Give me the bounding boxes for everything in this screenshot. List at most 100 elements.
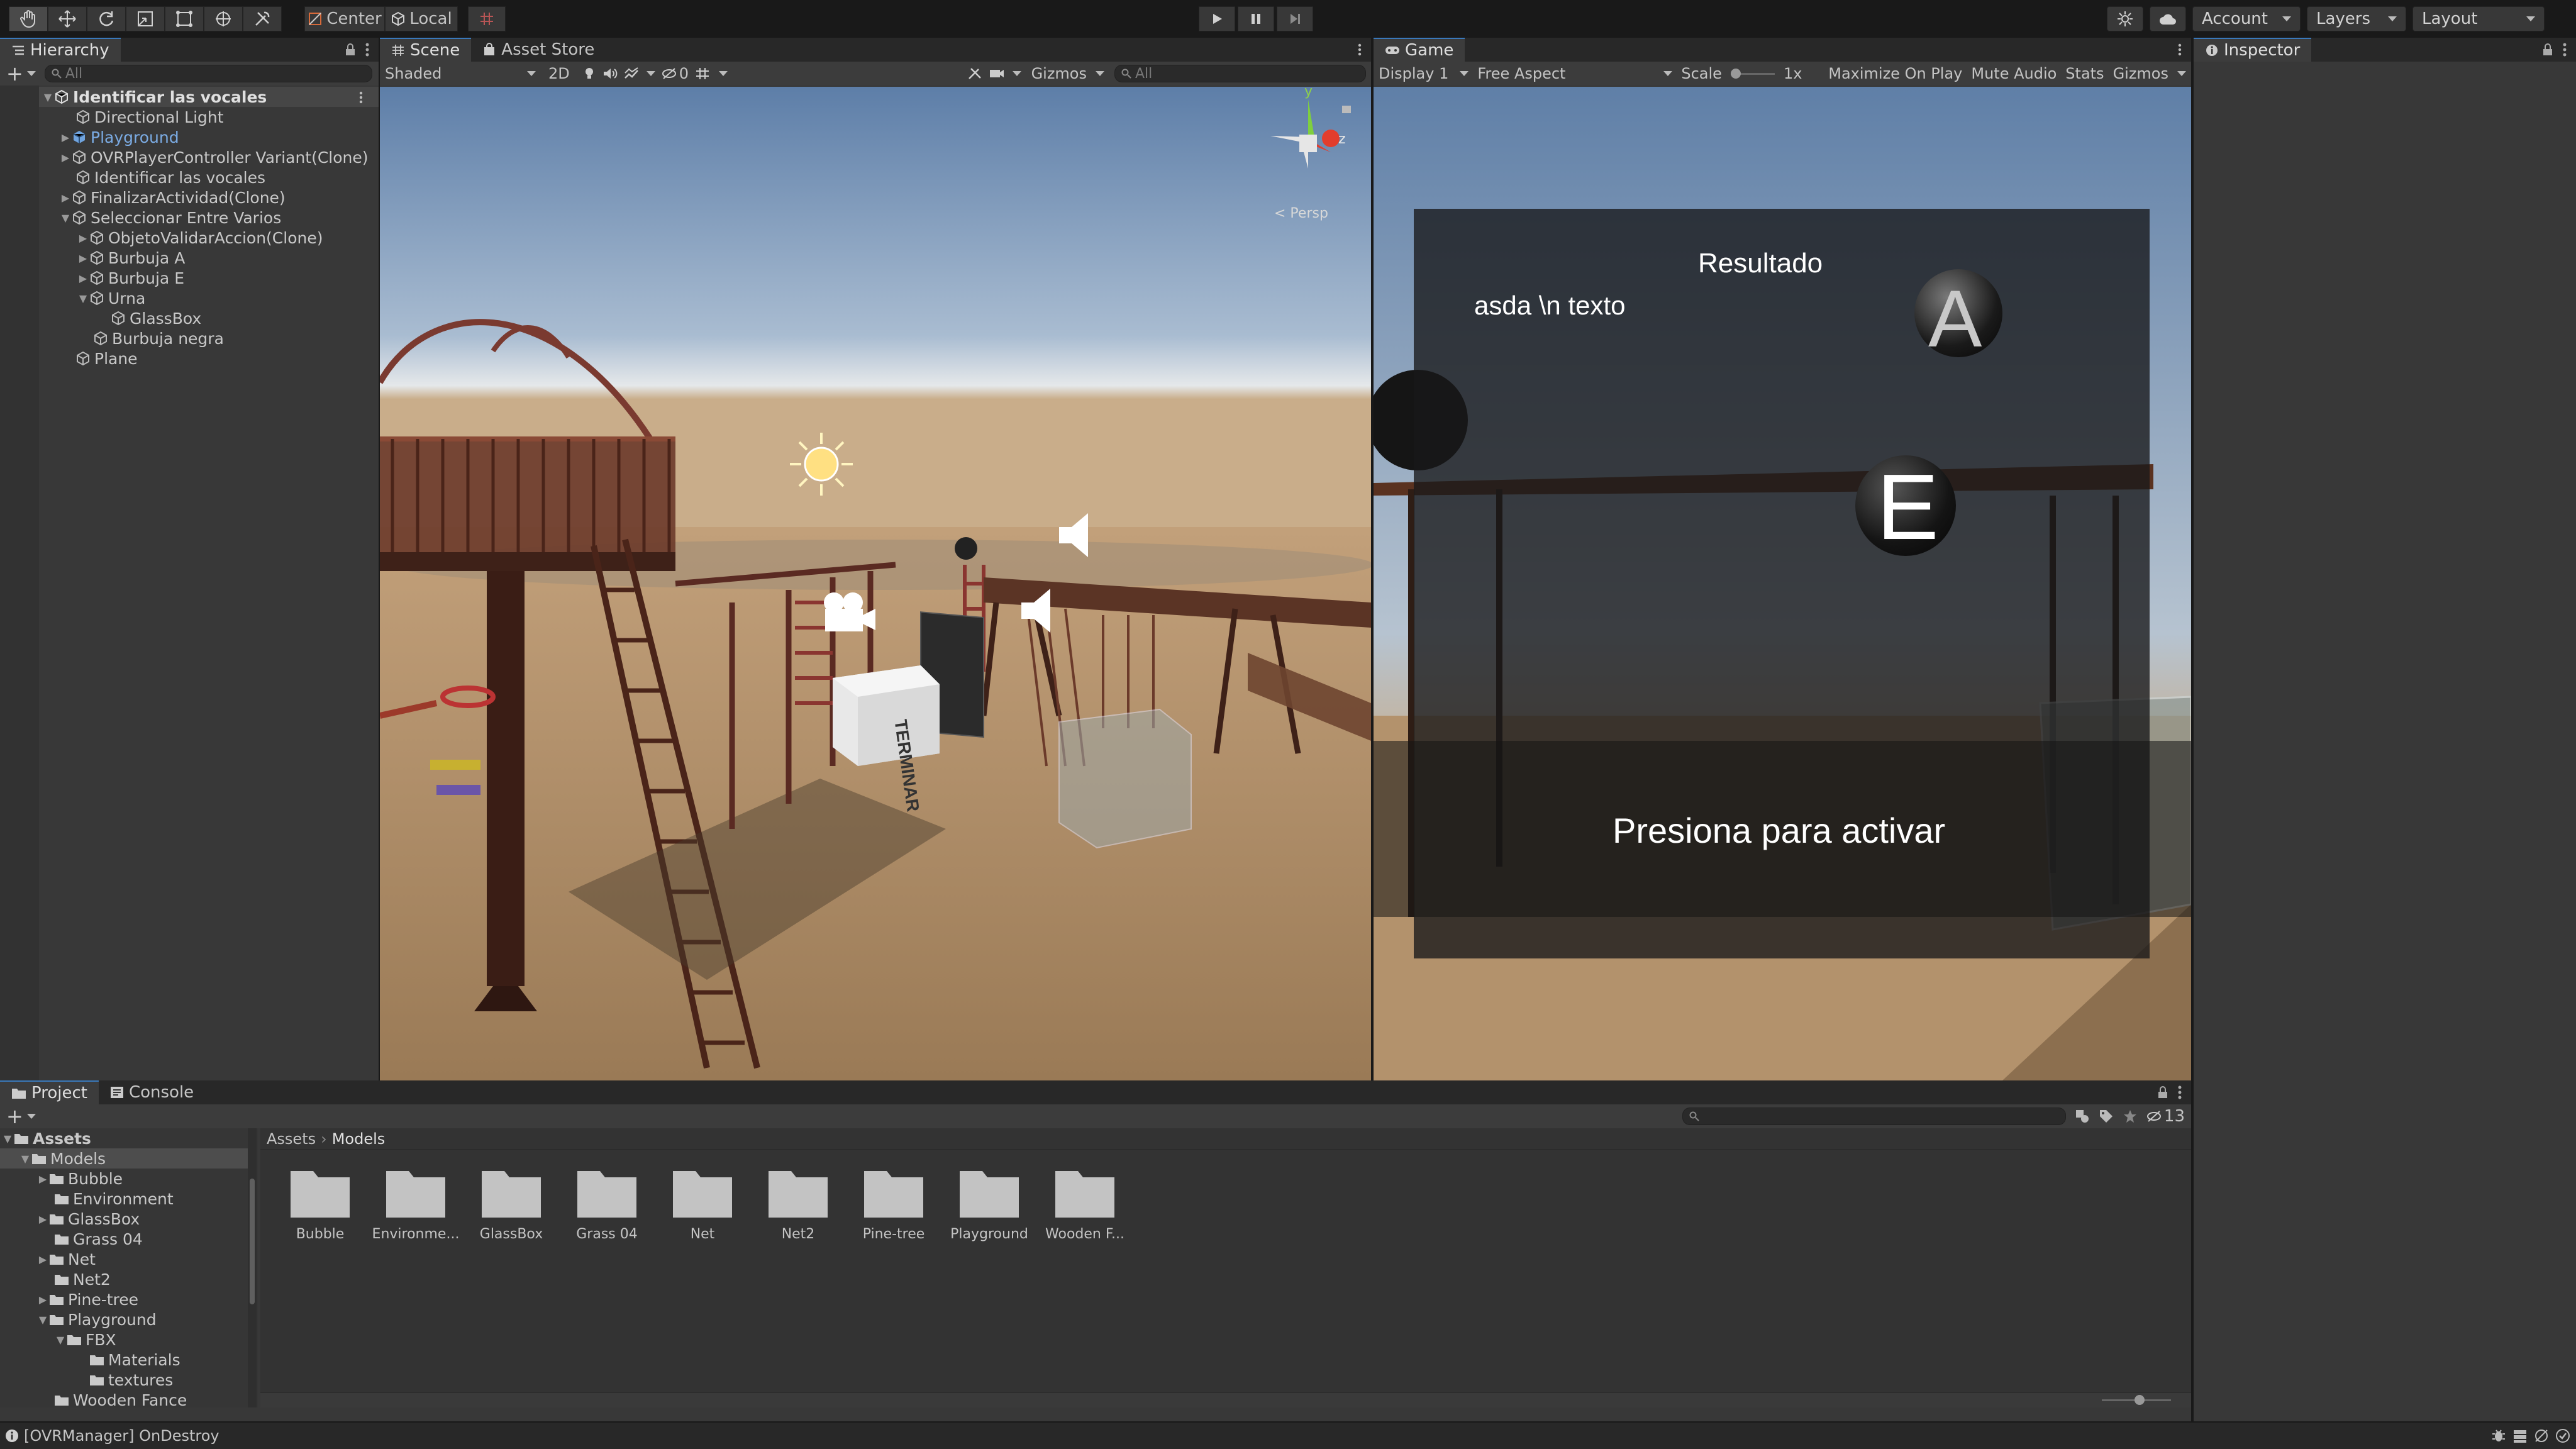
progress-off-icon[interactable] bbox=[2533, 1428, 2550, 1444]
lightbulb-icon[interactable] bbox=[582, 67, 596, 80]
folder-tile[interactable]: Grass 04 bbox=[560, 1166, 654, 1242]
tree-item[interactable]: Environment bbox=[54, 1189, 174, 1209]
cloud-button[interactable] bbox=[2150, 6, 2186, 31]
collapsed-arrow-icon[interactable]: ▶ bbox=[59, 191, 72, 204]
scene-root[interactable]: ▼ Identificar las vocales bbox=[42, 87, 267, 107]
project-search-input[interactable] bbox=[1682, 1108, 2066, 1125]
folder-tile[interactable]: Pine-tree bbox=[847, 1166, 941, 1242]
collapsed-arrow-icon[interactable]: ▶ bbox=[77, 252, 89, 264]
breadcrumb-models[interactable]: Models bbox=[332, 1130, 386, 1148]
tree-scrollbar[interactable] bbox=[248, 1128, 257, 1407]
tab-asset-store[interactable]: Asset Store bbox=[471, 38, 606, 62]
scene-gizmos-dropdown[interactable]: Gizmos bbox=[1028, 65, 1108, 82]
hierarchy-item[interactable]: ▶ Burbuja E bbox=[77, 268, 184, 288]
gizmo-lock-icon[interactable] bbox=[1342, 106, 1351, 113]
scale-slider[interactable] bbox=[1730, 69, 1775, 79]
tab-console[interactable]: Console bbox=[98, 1080, 206, 1104]
lock-icon[interactable] bbox=[2157, 1085, 2168, 1099]
project-create-button[interactable]: + bbox=[6, 1104, 36, 1128]
collab-button[interactable] bbox=[2107, 6, 2143, 31]
folder-tile[interactable]: Environme... bbox=[369, 1166, 463, 1242]
rect-tool-button[interactable] bbox=[165, 6, 204, 31]
hierarchy-item[interactable]: ▶ OVRPlayerController Variant(Clone) bbox=[59, 147, 369, 167]
account-dropdown[interactable]: Account bbox=[2192, 6, 2301, 31]
collapsed-arrow-icon[interactable]: ▶ bbox=[36, 1253, 49, 1265]
pause-button[interactable] bbox=[1238, 6, 1274, 31]
hierarchy-item[interactable]: ▶ Playground bbox=[59, 127, 179, 147]
play-button[interactable] bbox=[1199, 6, 1235, 31]
maximize-on-play-toggle[interactable]: Maximize On Play bbox=[1828, 65, 1962, 82]
label-tag-icon[interactable] bbox=[2099, 1109, 2114, 1124]
kebab-menu-icon[interactable] bbox=[2562, 42, 2567, 57]
activate-prompt[interactable]: Presiona para activar bbox=[1613, 810, 1945, 851]
game-viewport[interactable]: A E Resultado asda \n texto Presiona par… bbox=[1374, 87, 2191, 1080]
tree-item[interactable]: ▶ Pine-tree bbox=[36, 1289, 138, 1309]
scene-kebab-icon[interactable] bbox=[358, 91, 364, 104]
folder-tile[interactable]: Bubble bbox=[273, 1166, 367, 1242]
tree-item[interactable]: Net2 bbox=[54, 1269, 111, 1289]
pivot-local-button[interactable]: Local bbox=[385, 6, 458, 31]
folder-tile[interactable]: Net bbox=[655, 1166, 750, 1242]
persp-label[interactable]: < Persp bbox=[1274, 206, 1328, 221]
tools-icon[interactable] bbox=[967, 67, 982, 80]
hand-tool-button[interactable] bbox=[9, 6, 48, 31]
hierarchy-item[interactable]: GlassBox bbox=[111, 308, 201, 328]
lock-icon[interactable] bbox=[345, 43, 356, 57]
status-message[interactable]: [OVRManager] OnDestroy bbox=[24, 1427, 219, 1445]
step-button[interactable] bbox=[1277, 6, 1313, 31]
tree-item[interactable]: Grass 04 bbox=[54, 1229, 143, 1249]
hierarchy-item[interactable]: Plane bbox=[75, 348, 138, 369]
lock-icon[interactable] bbox=[2542, 43, 2553, 57]
hierarchy-item[interactable]: ▼ Urna bbox=[77, 288, 145, 308]
icon-size-slider-thumb[interactable] bbox=[2135, 1395, 2145, 1405]
scale-tool-button[interactable] bbox=[126, 6, 165, 31]
collapsed-arrow-icon[interactable]: ▶ bbox=[59, 131, 72, 143]
expanded-arrow-icon[interactable]: ▼ bbox=[19, 1152, 31, 1165]
expanded-arrow-icon[interactable]: ▼ bbox=[1, 1132, 14, 1145]
hierarchy-item[interactable]: Identificar las vocales bbox=[75, 167, 265, 187]
star-icon[interactable] bbox=[2123, 1109, 2138, 1124]
kebab-menu-icon[interactable] bbox=[2177, 43, 2182, 57]
kebab-menu-icon[interactable] bbox=[365, 42, 370, 57]
tree-item[interactable]: textures bbox=[89, 1370, 173, 1390]
cache-server-icon[interactable] bbox=[2512, 1428, 2528, 1444]
tab-inspector[interactable]: Inspector bbox=[2194, 38, 2312, 62]
hierarchy-item[interactable]: Directional Light bbox=[75, 107, 224, 127]
camera-dropdown[interactable] bbox=[989, 67, 1021, 80]
expanded-arrow-icon[interactable]: ▼ bbox=[54, 1333, 67, 1346]
tree-item[interactable]: ▶ GlassBox bbox=[36, 1209, 140, 1229]
pivot-center-button[interactable]: Center bbox=[304, 6, 385, 31]
tree-scrollbar-thumb[interactable] bbox=[250, 1179, 255, 1304]
kebab-menu-icon[interactable] bbox=[2177, 1085, 2182, 1100]
expanded-arrow-icon[interactable]: ▼ bbox=[42, 91, 54, 103]
tab-hierarchy[interactable]: Hierarchy bbox=[0, 38, 121, 62]
tab-project[interactable]: Project bbox=[0, 1080, 99, 1104]
tree-item[interactable]: ▼ Playground bbox=[36, 1309, 157, 1330]
collapsed-arrow-icon[interactable]: ▶ bbox=[59, 151, 72, 164]
expanded-arrow-icon[interactable]: ▼ bbox=[77, 292, 89, 304]
tree-item[interactable]: ▶ Bubble bbox=[36, 1169, 123, 1189]
mute-audio-toggle[interactable]: Mute Audio bbox=[1971, 65, 2057, 82]
transform-tool-button[interactable] bbox=[204, 6, 243, 31]
layout-dropdown[interactable]: Layout bbox=[2412, 6, 2545, 31]
hierarchy-item[interactable]: ▶ Burbuja A bbox=[77, 248, 185, 268]
tree-item[interactable]: ▶ Net bbox=[36, 1249, 96, 1269]
scale-slider-thumb[interactable] bbox=[1730, 69, 1741, 79]
check-circle-icon[interactable] bbox=[2555, 1428, 2571, 1444]
folder-tile[interactable]: GlassBox bbox=[464, 1166, 558, 1242]
collapsed-arrow-icon[interactable]: ▶ bbox=[36, 1293, 49, 1306]
hierarchy-item[interactable]: ▶ FinalizarActividad(Clone) bbox=[59, 187, 286, 208]
custom-tool-button[interactable] bbox=[243, 6, 282, 31]
grid-snap-button[interactable] bbox=[468, 6, 506, 31]
layers-dropdown[interactable]: Layers bbox=[2307, 6, 2406, 31]
tab-game[interactable]: Game bbox=[1374, 38, 1465, 62]
scene-search-input[interactable]: All bbox=[1114, 65, 1366, 82]
folder-tile[interactable]: Net2 bbox=[751, 1166, 845, 1242]
hierarchy-item[interactable]: ▼ Seleccionar Entre Varios bbox=[59, 208, 281, 228]
kebab-menu-icon[interactable] bbox=[1357, 43, 1362, 57]
tab-scene[interactable]: Scene bbox=[380, 38, 472, 62]
effects-dropdown[interactable] bbox=[624, 67, 655, 80]
aspect-dropdown[interactable]: Free Aspect bbox=[1477, 65, 1673, 82]
collapsed-arrow-icon[interactable]: ▶ bbox=[77, 272, 89, 284]
grid-dropdown[interactable] bbox=[695, 67, 728, 80]
